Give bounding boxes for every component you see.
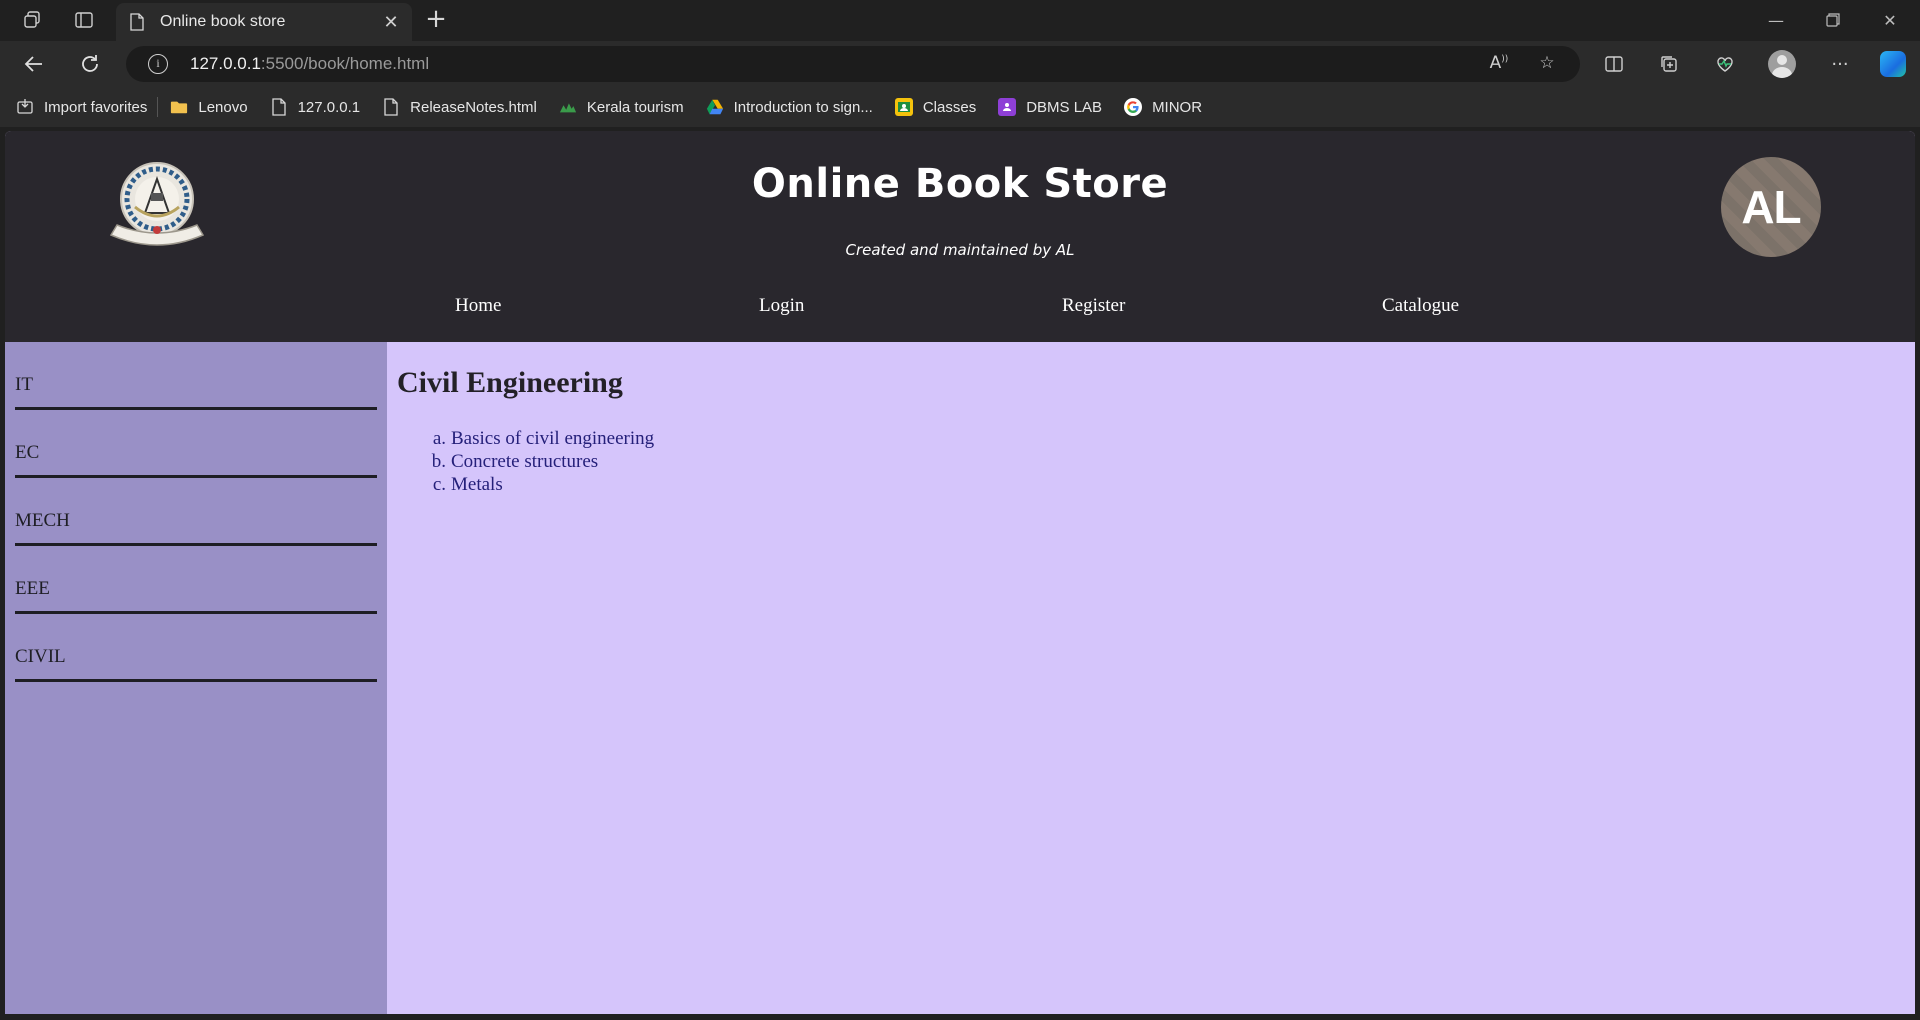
bookmark-lenovo[interactable]: Lenovo	[170, 98, 248, 116]
close-tab-icon[interactable]: ✕	[382, 13, 400, 31]
sidebar-item-mech[interactable]: MECH	[15, 478, 377, 546]
address-bar[interactable]: i 127.0.0.1:5500/book/home.html A)) ☆	[126, 46, 1580, 82]
list-item[interactable]: a. Basics of civil engineering	[429, 427, 654, 450]
bookmark-classes[interactable]: Classes	[894, 98, 976, 116]
site-subtitle: Created and maintained by AL	[845, 241, 1075, 259]
site-info-icon[interactable]: i	[148, 54, 168, 74]
kerala-icon	[559, 98, 577, 116]
nav-catalogue-link[interactable]: Catalogue	[1382, 295, 1459, 317]
main-content: Civil Engineering a. Basics of civil engi…	[387, 342, 1915, 1014]
bookmark-dbms-lab[interactable]: DBMS LAB	[998, 98, 1102, 116]
author-avatar: AL	[1721, 157, 1821, 257]
sidebar-item-eee[interactable]: EEE	[15, 546, 377, 614]
book-title[interactable]: Metals	[451, 474, 503, 495]
book-title[interactable]: Concrete structures	[451, 451, 598, 472]
nav-home-link[interactable]: Home	[455, 295, 501, 317]
browser-titlebar: Online book store ✕ + — ✕	[0, 0, 1920, 41]
sidebar-item-civil[interactable]: CIVIL	[15, 614, 377, 682]
nav-login-link[interactable]: Login	[759, 295, 804, 317]
minimize-icon[interactable]: —	[1756, 6, 1796, 34]
page-icon	[270, 98, 288, 116]
web-page: Online Book Store Created and maintained…	[5, 131, 1915, 1014]
list-item[interactable]: b. Concrete structures	[429, 450, 654, 473]
book-list: a. Basics of civil engineering b. Concrete…	[429, 427, 654, 496]
url-text[interactable]: 127.0.0.1:5500/book/home.html	[190, 54, 429, 74]
site-title: Online Book Store	[751, 161, 1169, 207]
read-aloud-icon[interactable]: A))	[1488, 53, 1510, 75]
bookmark-minor[interactable]: MINOR	[1124, 98, 1202, 116]
split-screen-icon[interactable]	[1602, 52, 1626, 76]
close-window-icon[interactable]: ✕	[1870, 6, 1910, 34]
classroom-purple-icon	[998, 98, 1017, 116]
site-header: Online Book Store Created and maintained…	[5, 131, 1915, 342]
category-sidebar: IT EC MECH EEE CIVIL	[5, 342, 387, 1014]
page-icon	[128, 13, 146, 31]
folder-icon	[170, 98, 188, 116]
workspaces-icon[interactable]	[20, 8, 44, 32]
main-nav: Home Login Register Catalogue	[5, 295, 1915, 325]
bookmark-divider	[157, 97, 159, 117]
restore-icon[interactable]	[1813, 6, 1853, 34]
profile-avatar-icon[interactable]	[1768, 50, 1796, 78]
sidebar-item-ec[interactable]: EC	[15, 410, 377, 478]
book-title[interactable]: Basics of civil engineering	[451, 428, 654, 449]
drive-icon	[706, 98, 724, 116]
bookmarks-bar: Import favorites Lenovo 127.0.0.1 Releas…	[0, 87, 1920, 127]
more-options-icon[interactable]: ···	[1828, 52, 1852, 76]
sidebar-item-it[interactable]: IT	[15, 342, 377, 410]
collections-icon[interactable]	[1657, 52, 1681, 76]
bookmark-kerala-tourism[interactable]: Kerala tourism	[559, 98, 684, 116]
classroom-icon	[894, 98, 913, 116]
copilot-icon[interactable]	[1880, 51, 1906, 77]
page-icon	[382, 98, 400, 116]
refresh-icon[interactable]	[76, 50, 104, 78]
new-tab-icon[interactable]: +	[424, 6, 448, 32]
bookmark-releasenotes[interactable]: ReleaseNotes.html	[382, 98, 537, 116]
browser-toolbar: i 127.0.0.1:5500/book/home.html A)) ☆ ··…	[0, 41, 1920, 87]
bookmark-import-favorites[interactable]: Import favorites	[16, 98, 147, 116]
browser-essentials-icon[interactable]	[1713, 52, 1737, 76]
favorite-star-icon[interactable]: ☆	[1536, 53, 1558, 75]
page-title: Civil Engineering	[397, 366, 623, 399]
google-icon	[1124, 98, 1143, 116]
tab-title: Online book store	[160, 13, 286, 30]
back-icon[interactable]	[20, 50, 48, 78]
tab-online-book-store[interactable]: Online book store ✕	[116, 3, 412, 41]
list-item[interactable]: c. Metals	[429, 473, 654, 496]
nav-register-link[interactable]: Register	[1062, 295, 1125, 317]
bookmark-localhost[interactable]: 127.0.0.1	[270, 98, 360, 116]
bookmark-introduction[interactable]: Introduction to sign...	[706, 98, 873, 116]
import-icon	[16, 98, 34, 116]
vertical-tabs-icon[interactable]	[72, 8, 96, 32]
